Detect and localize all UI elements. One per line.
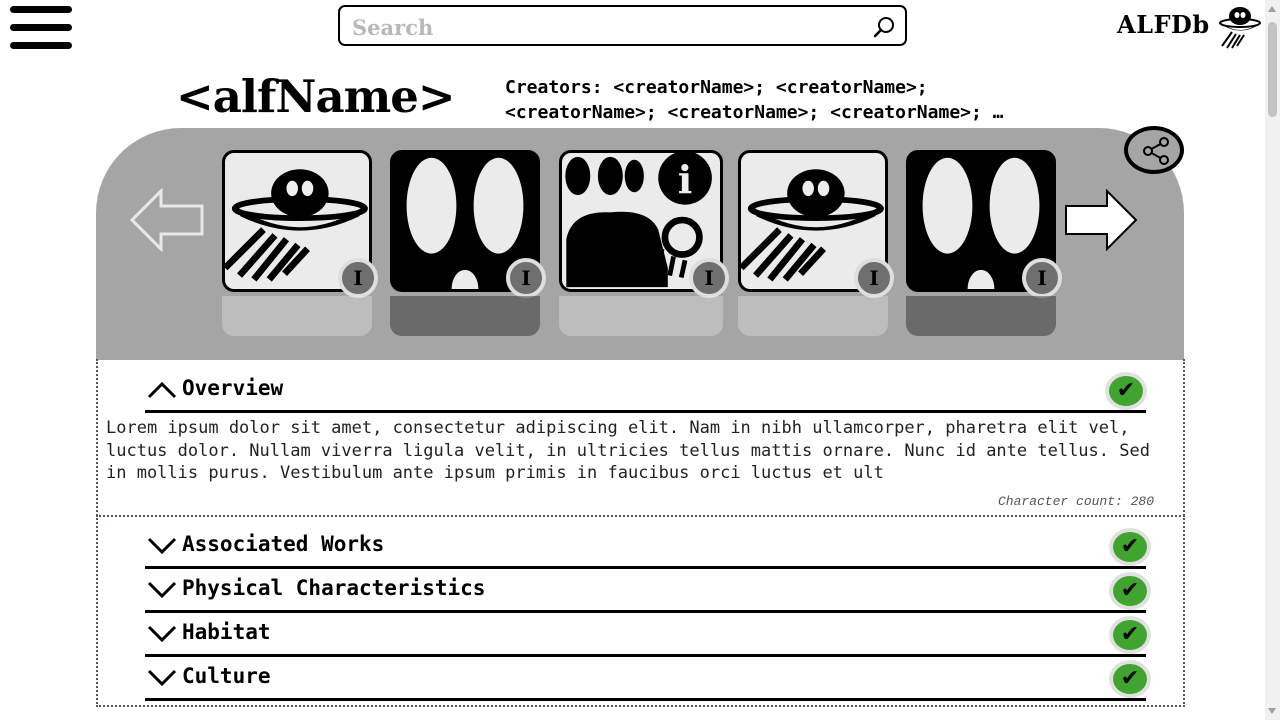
- arrow-right-icon[interactable]: [1063, 188, 1139, 252]
- character-count: Character count: 280: [998, 494, 1155, 509]
- chevron-up-icon: [147, 381, 177, 399]
- carousel-thumbnail[interactable]: I: [222, 150, 378, 336]
- carousel-thumbnail[interactable]: I: [906, 150, 1062, 336]
- info-badge[interactable]: I: [1022, 258, 1062, 298]
- section-title: Habitat: [182, 620, 271, 644]
- scrollbar[interactable]: [1265, 0, 1280, 720]
- info-badge[interactable]: I: [854, 258, 894, 298]
- share-icon: [1143, 137, 1169, 165]
- scroll-up-arrow-icon[interactable]: [1268, 6, 1276, 12]
- share-button[interactable]: [1124, 126, 1184, 174]
- thumbnail-reflection: [390, 296, 540, 336]
- info-badge[interactable]: I: [338, 258, 378, 298]
- section-title: Physical Characteristics: [182, 576, 486, 600]
- ufo-logo-icon[interactable]: [1214, 4, 1266, 50]
- scrollbar-thumb[interactable]: [1268, 22, 1277, 117]
- arrow-left-icon[interactable]: [129, 188, 205, 252]
- creators-line-1: Creators: <creatorName>; <creatorName>;: [505, 77, 928, 98]
- section-title: Associated Works: [182, 532, 385, 556]
- overview-text: Lorem ipsum dolor sit amet, consectetur …: [106, 418, 1150, 483]
- checkmark-icon: ✔: [1109, 572, 1151, 610]
- section-header-overview[interactable]: Overview ✔: [145, 370, 1147, 413]
- thumbnail-reflection: [559, 296, 723, 336]
- carousel-thumbnail[interactable]: i I: [559, 150, 729, 336]
- section-header-culture[interactable]: Culture ✔: [145, 658, 1151, 701]
- section-title: Overview: [182, 376, 284, 400]
- search-input[interactable]: [350, 11, 854, 43]
- checkmark-icon: ✔: [1109, 660, 1151, 698]
- section-title: Culture: [182, 664, 271, 688]
- section-header-habitat[interactable]: Habitat ✔: [145, 614, 1151, 657]
- carousel-thumbnail[interactable]: I: [390, 150, 546, 336]
- search-icon[interactable]: [873, 16, 895, 38]
- thumbnail-reflection: [906, 296, 1056, 336]
- section-header-physical-characteristics[interactable]: Physical Characteristics ✔: [145, 570, 1151, 613]
- logo-text[interactable]: ALFDb: [1117, 10, 1210, 39]
- thumbnail-reflection: [222, 296, 372, 336]
- chevron-down-icon: [147, 669, 177, 687]
- section-header-associated-works[interactable]: Associated Works ✔: [145, 526, 1151, 569]
- checkmark-icon: ✔: [1109, 528, 1151, 566]
- carousel-thumbnail[interactable]: I: [738, 150, 894, 336]
- chevron-down-icon: [147, 537, 177, 555]
- info-badge[interactable]: I: [506, 258, 546, 298]
- thumbnail-reflection: [738, 296, 888, 336]
- creators-list: Creators: <creatorName>; <creatorName>; …: [505, 75, 1004, 125]
- alf-name-title: <alfName>: [176, 70, 456, 123]
- scroll-down-arrow-icon[interactable]: [1268, 708, 1276, 714]
- checkmark-icon: ✔: [1105, 372, 1147, 410]
- svg-text:i: i: [678, 158, 693, 203]
- checkmark-icon: ✔: [1109, 616, 1151, 654]
- chevron-down-icon: [147, 581, 177, 599]
- creators-line-2: <creatorName>; <creatorName>; <creatorNa…: [505, 102, 1004, 123]
- info-badge[interactable]: I: [689, 258, 729, 298]
- hamburger-menu-icon[interactable]: [10, 6, 72, 50]
- image-carousel: I I i I I I: [96, 128, 1184, 360]
- search-bar[interactable]: [338, 5, 907, 46]
- chevron-down-icon: [147, 625, 177, 643]
